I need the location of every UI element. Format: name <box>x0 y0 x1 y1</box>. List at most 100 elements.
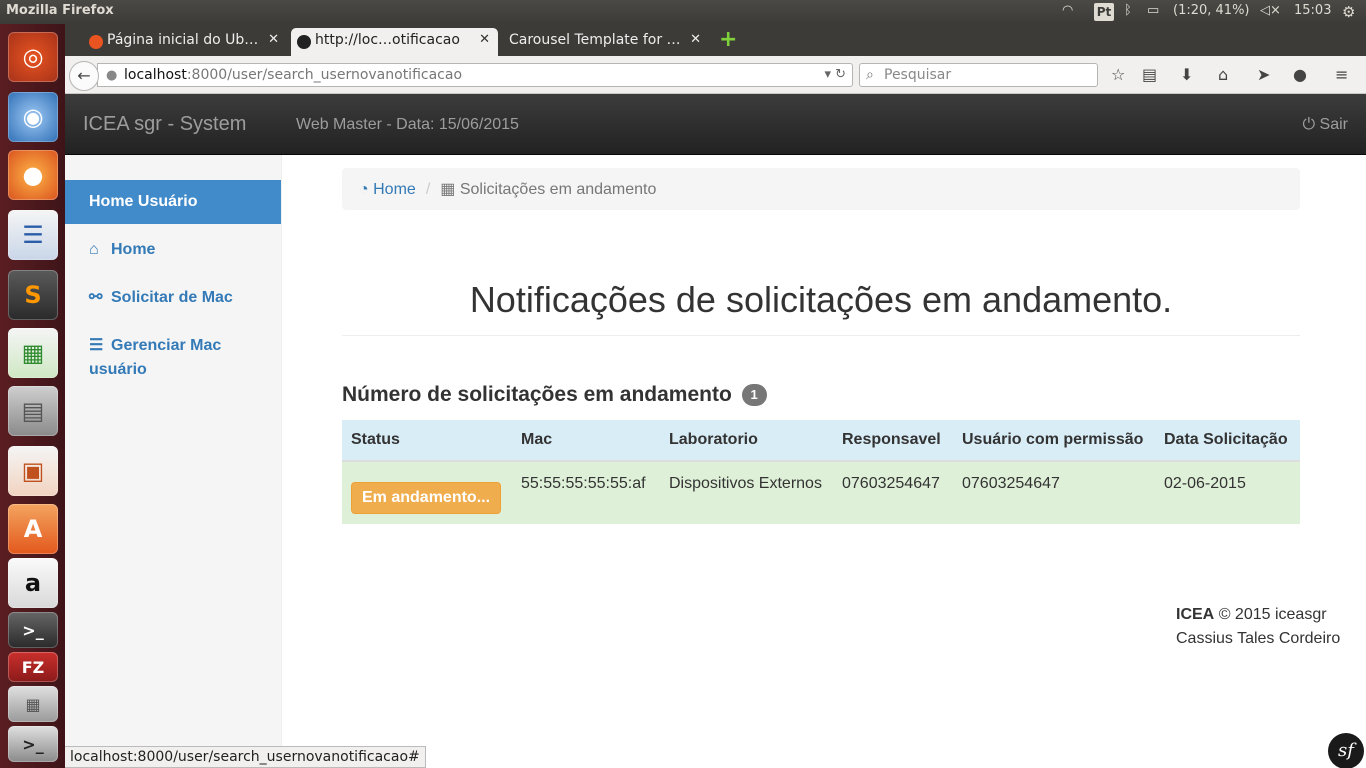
libreoffice-writer-icon[interactable]: ☰ <box>8 210 58 260</box>
ubuntu-favicon-icon <box>89 35 103 49</box>
tab-carousel-template[interactable]: Carousel Template for … ✕ <box>501 28 709 56</box>
active-app-title: Mozilla Firefox <box>6 3 114 18</box>
footer-copyright: © 2015 iceasgr <box>1218 606 1327 623</box>
sidebar-item-home-usuario[interactable]: Home Usuário <box>65 180 281 224</box>
sidebar-item-label: Gerenciar Mac usuário <box>89 337 222 378</box>
logout-link[interactable]: ⏻ Sair <box>1302 116 1348 134</box>
breadcrumb-current: ▦ Solicitações em andamento <box>440 181 656 198</box>
cell-laboratorio: Dispositivos Externos <box>669 475 822 492</box>
firefox-icon[interactable]: ● <box>8 150 58 200</box>
footer-org: ICEA <box>1176 606 1215 623</box>
home-icon: ⌂ <box>89 241 99 258</box>
table-row: Em andamento... 55:55:55:55:55:af Dispos… <box>342 461 1300 524</box>
url-bar[interactable]: ● localhost:8000/user/search_usernovanot… <box>97 63 853 87</box>
count-badge: 1 <box>741 384 767 406</box>
sidebar-item-label: Home Usuário <box>89 193 198 210</box>
wifi-icon[interactable]: ◠ <box>1062 3 1073 18</box>
footer-copyright-line: ICEA © 2015 iceasgr <box>1176 603 1340 627</box>
sidebar-item-home[interactable]: ⌂ Home <box>65 228 281 272</box>
cell-mac: 55:55:55:55:55:af <box>521 475 646 492</box>
requests-table: Status Mac Laboratorio Responsavel Usuár… <box>342 420 1300 524</box>
link-icon: ⚯ <box>89 289 103 306</box>
tab-label: Página inicial do Ub… <box>107 32 259 48</box>
workspaces-icon[interactable]: ▦ <box>8 686 58 722</box>
volume-icon[interactable]: ◁× <box>1260 3 1281 18</box>
url-host: localhost <box>124 67 187 83</box>
menu-hamburger-icon[interactable]: ≡ <box>1335 65 1348 84</box>
tab-ubuntu-home[interactable]: Página inicial do Ub… ✕ <box>83 28 287 56</box>
ubuntu-dash-icon[interactable]: ◎ <box>8 32 58 82</box>
home-icon[interactable]: ⌂ <box>1218 65 1228 84</box>
files-icon[interactable]: ▤ <box>8 386 58 436</box>
col-header-data: Data Solicitação <box>1155 420 1300 462</box>
app-navbar: ICEA sgr - System Web Master - Data: 15/… <box>65 94 1366 155</box>
table-header-row: Status Mac Laboratorio Responsavel Usuár… <box>342 420 1300 462</box>
cell-status: Em andamento... <box>342 461 512 524</box>
url-path: :8000/user/search_usernovanotificacao <box>186 67 463 83</box>
sidebar-item-gerenciar-mac[interactable]: ☰ Gerenciar Mac usuário <box>65 324 281 392</box>
system-top-panel: Mozilla Firefox ◠ Pt ᛒ ▭ (1:20, 41%) ◁× … <box>0 0 1366 24</box>
tab-label: http://loc…otificacao <box>315 32 460 48</box>
col-header-laboratorio: Laboratorio <box>660 420 833 462</box>
breadcrumb: ◔ Home / ▦ Solicitações em andamento <box>342 168 1300 210</box>
brand-link[interactable]: ICEA sgr - System <box>83 113 246 136</box>
col-header-responsavel: Responsavel <box>833 420 953 462</box>
cell-usuario: 07603254647 <box>962 475 1060 492</box>
dashboard-icon: ◔ <box>359 181 369 198</box>
bookmark-star-icon[interactable]: ☆ <box>1111 65 1125 84</box>
main-content: ◔ Home / ▦ Solicitações em andamento Notif… <box>282 155 1366 768</box>
chromium-icon[interactable]: ◉ <box>8 92 58 142</box>
section-heading-text: Número de solicitações em andamento <box>342 383 732 406</box>
breadcrumb-home-label: Home <box>373 181 416 198</box>
col-header-status: Status <box>342 420 512 462</box>
downloads-icon[interactable]: ⬇ <box>1180 65 1193 84</box>
breadcrumb-separator: / <box>425 181 431 198</box>
clock[interactable]: 15:03 <box>1294 3 1331 18</box>
terminal-icon[interactable]: >_ <box>8 612 58 648</box>
libreoffice-impress-icon[interactable]: ▣ <box>8 446 58 496</box>
tab-active-notifications[interactable]: http://loc…otificacao ✕ <box>291 28 498 56</box>
search-icon: ⌕ <box>866 67 874 83</box>
sidebar: Home Usuário ⌂ Home ⚯ Solicitar de Mac ☰ Ge… <box>65 155 282 768</box>
navbar-user-date: Web Master - Data: 15/06/2015 <box>296 116 519 133</box>
footer: ICEA © 2015 iceasgr Cassius Tales Cordei… <box>1176 603 1340 651</box>
chat-icon[interactable]: ● <box>1293 65 1307 84</box>
close-tab-icon[interactable]: ✕ <box>268 32 279 47</box>
footer-author: Cassius Tales Cordeiro <box>1176 630 1341 647</box>
table-icon: ▦ <box>440 181 456 198</box>
back-button[interactable]: ← <box>69 61 99 91</box>
cell-data: 02-06-2015 <box>1164 475 1246 492</box>
col-header-usuario: Usuário com permissão <box>953 420 1155 462</box>
ubuntu-launcher: ◎ ◉ ● ☰ S ▦ ▤ ▣ A a >_ FZ ▦ >_ <box>0 24 65 768</box>
symfony-toolbar-badge[interactable]: sf <box>1328 733 1364 768</box>
page-title: Notificações de solicitações em andament… <box>342 279 1300 336</box>
search-placeholder: Pesquisar <box>884 67 952 83</box>
software-center-icon[interactable]: A <box>8 504 58 554</box>
reading-list-icon[interactable]: ▤ <box>1142 65 1157 84</box>
new-tab-plus-icon[interactable]: + <box>719 27 737 52</box>
sublime-text-icon[interactable]: S <box>8 270 58 320</box>
terminal-icon[interactable]: >_ <box>8 726 58 762</box>
browser-toolbar: ● localhost:8000/user/search_usernovanot… <box>65 56 1366 94</box>
pocket-send-icon[interactable]: ➤ <box>1257 65 1270 84</box>
status-button[interactable]: Em andamento... <box>351 482 502 514</box>
breadcrumb-home-link[interactable]: ◔ Home <box>359 181 416 198</box>
tab-label: Carousel Template for … <box>509 32 681 48</box>
sidebar-item-label: Solicitar de Mac <box>111 289 233 306</box>
browser-tab-bar: Página inicial do Ub… ✕ http://loc…otifi… <box>65 24 1366 56</box>
symfony-favicon-icon <box>297 35 311 49</box>
dropdown-reload-icon[interactable]: ▾ ↻ <box>824 67 846 82</box>
keyboard-layout-indicator[interactable]: Pt <box>1094 3 1114 21</box>
close-tab-icon[interactable]: ✕ <box>690 32 701 47</box>
libreoffice-calc-icon[interactable]: ▦ <box>8 328 58 378</box>
amazon-icon[interactable]: a <box>8 558 58 608</box>
search-input[interactable]: ⌕ Pesquisar <box>859 63 1098 87</box>
browser-status-bar: localhost:8000/user/search_usernovanotif… <box>65 746 426 768</box>
battery-icon[interactable]: ▭ <box>1147 3 1159 18</box>
bluetooth-icon[interactable]: ᛒ <box>1124 3 1132 18</box>
sidebar-item-solicitar-mac[interactable]: ⚯ Solicitar de Mac <box>65 276 281 320</box>
filezilla-icon[interactable]: FZ <box>8 652 58 682</box>
battery-text[interactable]: (1:20, 41%) <box>1173 3 1250 18</box>
close-tab-icon[interactable]: ✕ <box>479 32 490 47</box>
settings-gear-icon[interactable]: ⚙ <box>1342 3 1355 21</box>
